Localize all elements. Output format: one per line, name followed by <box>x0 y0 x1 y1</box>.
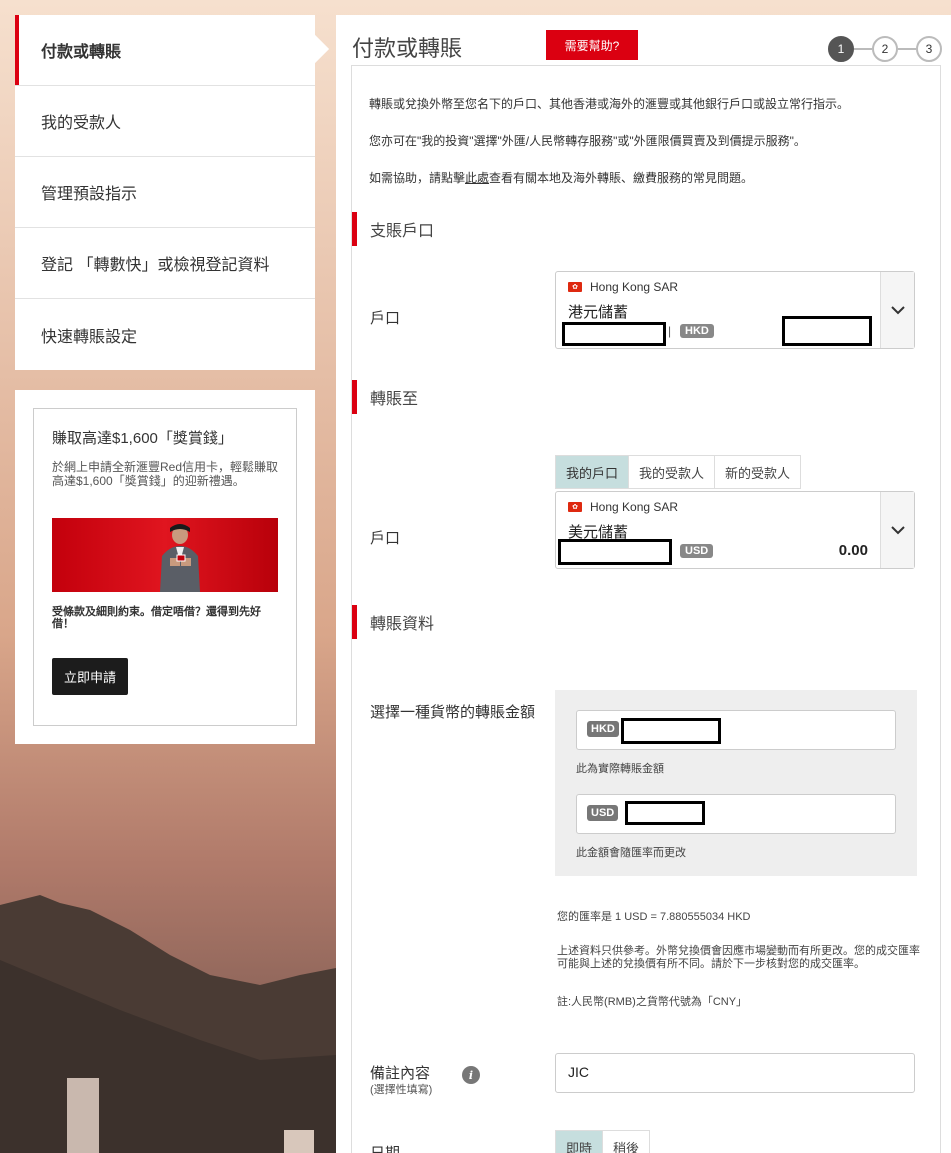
from-region-label: Hong Kong SAR <box>590 280 679 294</box>
to-account-label: 戶口 <box>370 530 401 547</box>
nav-item-label: 登記 「轉數快」或檢視登記資料 <box>41 257 270 274</box>
promo-card: 賺取高達$1,600「獎賞錢」 於網上申請全新滙豐Red信用卡，輕鬆賺取高達$1… <box>33 408 297 726</box>
apply-now-button[interactable]: 立即申請 <box>52 658 129 695</box>
nav-item-label: 快速轉賬設定 <box>41 328 138 346</box>
nav-item-manage-standing-instructions[interactable]: 管理預設指示 <box>15 157 315 228</box>
date-options: 即時 稍後 <box>555 1130 651 1153</box>
left-navigation: 付款或轉賬 我的受款人 管理預設指示 登記 「轉數快」或檢視登記資料 快速轉賬設… <box>15 15 330 370</box>
amount-label: 選擇一種貨幣的轉賬金額 <box>370 704 536 721</box>
section-heading-transfer-to: 轉賬至 <box>352 380 418 414</box>
promo-panel: 賺取高達$1,600「獎賞錢」 於網上申請全新滙豐Red信用卡，輕鬆賺取高達$1… <box>15 390 315 744</box>
from-currency-badge: HKD <box>680 324 714 338</box>
exchange-rate-text: 您的匯率是 1 USD = 7.880555034 HKD <box>557 911 751 923</box>
step-2: 2 <box>872 36 898 62</box>
intro-line-3: 如需協助，請點擊此處查看有關本地及海外轉賬、繳費服務的常見問題。 <box>369 170 849 187</box>
step-1: 1 <box>828 36 854 62</box>
info-icon[interactable]: i <box>462 1066 480 1084</box>
redacted-usd-amount <box>625 801 705 825</box>
hkd-currency-badge: HKD <box>587 721 619 737</box>
step-3: 3 <box>916 36 942 62</box>
nav-item-label: 付款或轉賬 <box>41 44 122 61</box>
help-here-link[interactable]: 此處 <box>465 171 489 185</box>
usd-amount-input[interactable]: USD <box>576 794 896 834</box>
rmb-currency-note: 註:人民幣(RMB)之貨幣代號為「CNY」 <box>557 996 748 1008</box>
payee-type-tabs: 我的戶口 我的受款人 新的受款人 <box>555 455 802 489</box>
to-region-label: Hong Kong SAR <box>590 500 679 514</box>
date-option-later[interactable]: 稍後 <box>602 1130 651 1153</box>
intro-line-2: 您亦可在"我的投資"選擇"外匯/人民幣轉存服務"或"外匯限價買賣及到價提示服務"… <box>369 134 806 148</box>
hong-kong-flag-icon <box>568 282 582 292</box>
step-connector <box>898 48 916 50</box>
promo-description: 於網上申請全新滙豐Red信用卡，輕鬆賺取高達$1,600「獎賞錢」的迎新禮遇。 <box>52 460 279 488</box>
nav-item-pay-or-transfer[interactable]: 付款或轉賬 <box>15 15 330 86</box>
from-account-label: 戶口 <box>370 310 401 327</box>
page-title: 付款或轉賬 <box>352 36 463 61</box>
usd-amount-note: 此金額會隨匯率而更改 <box>576 847 686 859</box>
rate-disclaimer: 上述資料只供參考。外幣兌換價會因應市場變動而有所更改。您的成交匯率可能與上述的兌… <box>557 945 920 970</box>
remark-optional-label: (選擇性填寫) <box>370 1084 433 1096</box>
need-help-button[interactable]: 需要幫助? <box>546 30 638 60</box>
nav-item-my-payees[interactable]: 我的受款人 <box>15 86 315 157</box>
from-account-dropdown-toggle[interactable] <box>880 272 914 348</box>
nav-item-quick-transfer-settings[interactable]: 快速轉賬設定 <box>15 299 315 370</box>
promo-terms-note: 受條款及細則約束。借定唔借？還得到先好借！ <box>52 606 261 630</box>
tab-my-accounts[interactable]: 我的戶口 <box>555 455 630 489</box>
nav-item-label: 我的受款人 <box>41 115 122 132</box>
hkd-amount-input[interactable]: HKD <box>576 710 896 750</box>
step-connector <box>854 48 872 50</box>
hkd-amount-note: 此為實際轉賬金額 <box>576 763 664 775</box>
tab-my-payees[interactable]: 我的受款人 <box>628 455 716 489</box>
promo-image <box>52 518 278 592</box>
from-region: Hong Kong SAR <box>568 279 868 295</box>
hong-kong-flag-icon <box>568 502 582 512</box>
nav-item-fps-registration[interactable]: 登記 「轉數快」或檢視登記資料 <box>15 228 315 299</box>
section-heading-transfer-details: 轉賬資料 <box>352 605 434 639</box>
tab-new-payee[interactable]: 新的受款人 <box>714 455 802 489</box>
to-currency-badge: USD <box>680 544 714 558</box>
intro-line-3-prefix: 如需協助，請點擊 <box>369 171 466 185</box>
chevron-down-icon <box>890 305 905 314</box>
nav-item-label: 管理預設指示 <box>41 186 138 203</box>
chevron-down-icon <box>890 525 905 534</box>
intro-text: 轉賬或兌換外幣至您名下的戶口、其他香港或海外的滙豐或其他銀行戶口或設立常行指示。… <box>369 96 849 207</box>
to-account-dropdown-toggle[interactable] <box>880 492 914 568</box>
date-label: 日期 <box>370 1142 400 1153</box>
from-account-select[interactable]: Hong Kong SAR 港元儲蓄 | HKD <box>555 271 915 349</box>
redacted-hkd-amount <box>621 718 721 744</box>
intro-line-3-suffix: 查看有關本地及海外轉賬、繳費服務的常見問題。 <box>489 171 754 185</box>
remark-input[interactable]: JIC <box>555 1053 915 1093</box>
redacted-balance <box>782 316 872 346</box>
promo-title: 賺取高達$1,600「獎賞錢」 <box>52 430 233 447</box>
step-indicator: 1 2 3 <box>828 36 942 62</box>
to-region: Hong Kong SAR <box>568 499 868 515</box>
usd-currency-badge: USD <box>587 805 619 821</box>
separator: | <box>668 324 672 338</box>
main-panel: 付款或轉賬 需要幫助? 1 2 3 轉賬或兌換外幣至您名下的戶口、其他香港或海外… <box>336 15 951 1153</box>
redacted-account-number <box>562 322 666 346</box>
amount-panel: HKD 此為實際轉賬金額 USD 此金額會隨匯率而更改 <box>555 690 917 876</box>
transfer-form: 轉賬或兌換外幣至您名下的戶口、其他香港或海外的滙豐或其他銀行戶口或設立常行指示。… <box>351 65 941 1153</box>
intro-line-1: 轉賬或兌換外幣至您名下的戶口、其他香港或海外的滙豐或其他銀行戶口或設立常行指示。 <box>369 97 850 111</box>
to-account-balance: 0.00 <box>838 542 868 559</box>
section-heading-from-account: 支賬戶口 <box>352 212 434 246</box>
date-option-immediate[interactable]: 即時 <box>555 1130 604 1153</box>
to-account-select[interactable]: Hong Kong SAR 美元儲蓄 USD 0.00 <box>555 491 915 569</box>
promo-person-illustration <box>160 524 200 592</box>
redacted-account-number <box>558 539 672 565</box>
remark-label: 備註內容 <box>370 1065 431 1082</box>
